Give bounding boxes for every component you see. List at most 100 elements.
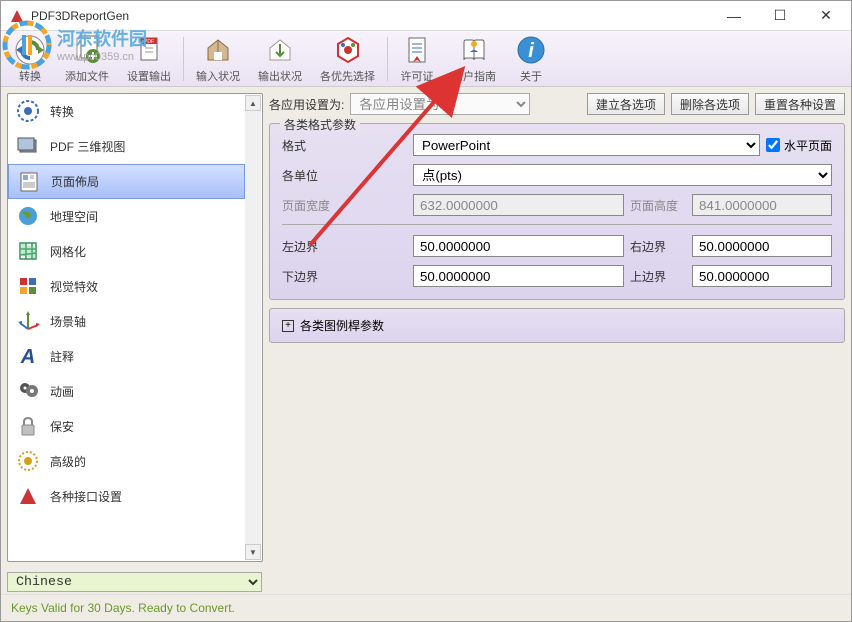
advanced-icon <box>16 449 40 473</box>
sidebar-item-pdf3d[interactable]: PDF 三维视图 <box>8 129 245 164</box>
maximize-button[interactable]: ☐ <box>757 1 803 30</box>
scroll-down-icon[interactable]: ▼ <box>245 544 261 560</box>
toolbar-convert[interactable]: 转换 <box>5 33 55 85</box>
lock-icon <box>16 414 40 438</box>
about-icon: i <box>515 34 547 66</box>
sidebar-item-advanced[interactable]: 高级的 <box>8 444 245 479</box>
horizontal-page-input[interactable] <box>766 138 780 152</box>
sidebar-label: 高级的 <box>50 453 86 470</box>
top-margin-label: 上边界 <box>630 268 686 285</box>
horizontal-page-label: 水平页面 <box>784 137 832 154</box>
right-margin-input[interactable] <box>692 235 832 257</box>
sidebar: 转换 PDF 三维视图 页面佈局 地理空间 网格化 视觉特效 <box>7 93 263 562</box>
close-button[interactable]: ✕ <box>803 1 849 30</box>
sidebar-item-meshing[interactable]: 网格化 <box>8 234 245 269</box>
toolbar-setoutput[interactable]: PDF 设置输出 <box>119 33 179 85</box>
page-height-label: 页面高度 <box>630 197 686 214</box>
toolbar-label: 输出状况 <box>258 68 302 84</box>
expand-toggle[interactable]: + <box>282 320 294 332</box>
main-panel: 各应用设置为: 各应用设置为 建立各选项 删除各选项 重置各种设置 各类格式参数… <box>269 93 845 562</box>
sidebar-item-annotation[interactable]: A 註释 <box>8 339 245 374</box>
toolbar-addfile[interactable]: 添加文件 <box>57 33 117 85</box>
toolbar: 转换 添加文件 PDF 设置输出 输入状况 输出状况 各优先选择 许可证 <box>1 31 851 87</box>
axis-icon <box>16 309 40 333</box>
sidebar-item-geospatial[interactable]: 地理空间 <box>8 199 245 234</box>
language-select[interactable]: Chinese <box>7 572 262 592</box>
right-margin-label: 右边界 <box>630 238 686 255</box>
sidebar-label: 转换 <box>50 103 74 120</box>
bottom-margin-label: 下边界 <box>282 268 407 285</box>
sidebar-label: 地理空间 <box>50 208 98 225</box>
top-margin-input[interactable] <box>692 265 832 287</box>
svg-text:i: i <box>528 40 534 62</box>
addfile-icon <box>71 34 103 66</box>
sidebar-item-pagelayout[interactable]: 页面佈局 <box>8 164 245 199</box>
sidebar-label: 註释 <box>50 348 74 365</box>
bottom-margin-input[interactable] <box>413 265 624 287</box>
toolbar-separator <box>387 37 388 81</box>
apply-settings-label: 各应用设置为: <box>269 96 344 113</box>
sidebar-item-sceneaxis[interactable]: 场景轴 <box>8 304 245 339</box>
legend-params-fieldset: + 各类图例桿参数 <box>269 308 845 343</box>
unit-label: 各单位 <box>282 167 407 184</box>
toolbar-label: 添加文件 <box>65 68 109 84</box>
convert-icon <box>14 34 46 66</box>
apply-settings-select[interactable]: 各应用设置为 <box>350 93 530 115</box>
reset-settings-button[interactable]: 重置各种设置 <box>755 93 845 115</box>
app-icon <box>9 8 25 24</box>
userguide-icon <box>458 34 490 66</box>
delete-options-button[interactable]: 删除各选项 <box>671 93 749 115</box>
toolbar-label: 关于 <box>520 68 542 84</box>
inputstatus-icon <box>202 34 234 66</box>
toolbar-outputstatus[interactable]: 输出状况 <box>250 33 310 85</box>
sidebar-item-animation[interactable]: 动画 <box>8 374 245 409</box>
page-height-input[interactable] <box>692 194 832 216</box>
toolbar-about[interactable]: i 关于 <box>506 33 556 85</box>
left-margin-input[interactable] <box>413 235 624 257</box>
toolbar-label: 用户指南 <box>452 68 496 84</box>
page-width-label: 页面宽度 <box>282 197 407 214</box>
status-bar: Keys Valid for 30 Days. Ready to Convert… <box>1 594 851 621</box>
sidebar-label: 页面佈局 <box>51 173 99 190</box>
toolbar-prefs[interactable]: 各优先选择 <box>312 33 383 85</box>
license-icon <box>401 34 433 66</box>
toolbar-separator <box>183 37 184 81</box>
gear-icon <box>16 99 40 123</box>
unit-select[interactable]: 点(pts) <box>413 164 832 186</box>
svg-text:PDF: PDF <box>144 39 154 45</box>
page-width-input[interactable] <box>413 194 624 216</box>
interface-icon <box>16 484 40 508</box>
toolbar-inputstatus[interactable]: 输入状况 <box>188 33 248 85</box>
footer-language: Chinese <box>1 568 851 594</box>
format-params-fieldset: 各类格式参数 格式 PowerPoint 水平页面 各单位 点(pts) 页面宽… <box>269 123 845 300</box>
scroll-up-icon[interactable]: ▲ <box>245 95 261 111</box>
left-margin-label: 左边界 <box>282 238 407 255</box>
format-select[interactable]: PowerPoint <box>413 134 760 156</box>
sidebar-label: 保安 <box>50 418 74 435</box>
toolbar-label: 各优先选择 <box>320 68 375 84</box>
globe-icon <box>16 204 40 228</box>
sidebar-item-convert[interactable]: 转换 <box>8 94 245 129</box>
pdf3d-icon <box>16 134 40 158</box>
sidebar-item-visualfx[interactable]: 视觉特效 <box>8 269 245 304</box>
toolbar-label: 转换 <box>19 68 41 84</box>
mesh-icon <box>16 239 40 263</box>
sidebar-item-interface[interactable]: 各种接口设置 <box>8 479 245 514</box>
sidebar-item-security[interactable]: 保安 <box>8 409 245 444</box>
toolbar-userguide[interactable]: 用户指南 <box>444 33 504 85</box>
sidebar-scrollbar[interactable]: ▲ ▼ <box>245 95 261 560</box>
sidebar-label: PDF 三维视图 <box>50 138 125 155</box>
pagelayout-icon <box>17 170 41 194</box>
sidebar-label: 各种接口设置 <box>50 488 122 505</box>
outputstatus-icon <box>264 34 296 66</box>
minimize-button[interactable]: — <box>711 1 757 30</box>
window-title: PDF3DReportGen <box>31 9 711 23</box>
horizontal-page-checkbox[interactable]: 水平页面 <box>766 137 832 154</box>
svg-text:A: A <box>20 346 35 368</box>
fieldset-legend: 各类格式参数 <box>280 116 360 133</box>
toolbar-license[interactable]: 许可证 <box>392 33 442 85</box>
sidebar-label: 视觉特效 <box>50 278 98 295</box>
create-options-button[interactable]: 建立各选项 <box>587 93 665 115</box>
toolbar-label: 输入状况 <box>196 68 240 84</box>
film-icon <box>16 379 40 403</box>
